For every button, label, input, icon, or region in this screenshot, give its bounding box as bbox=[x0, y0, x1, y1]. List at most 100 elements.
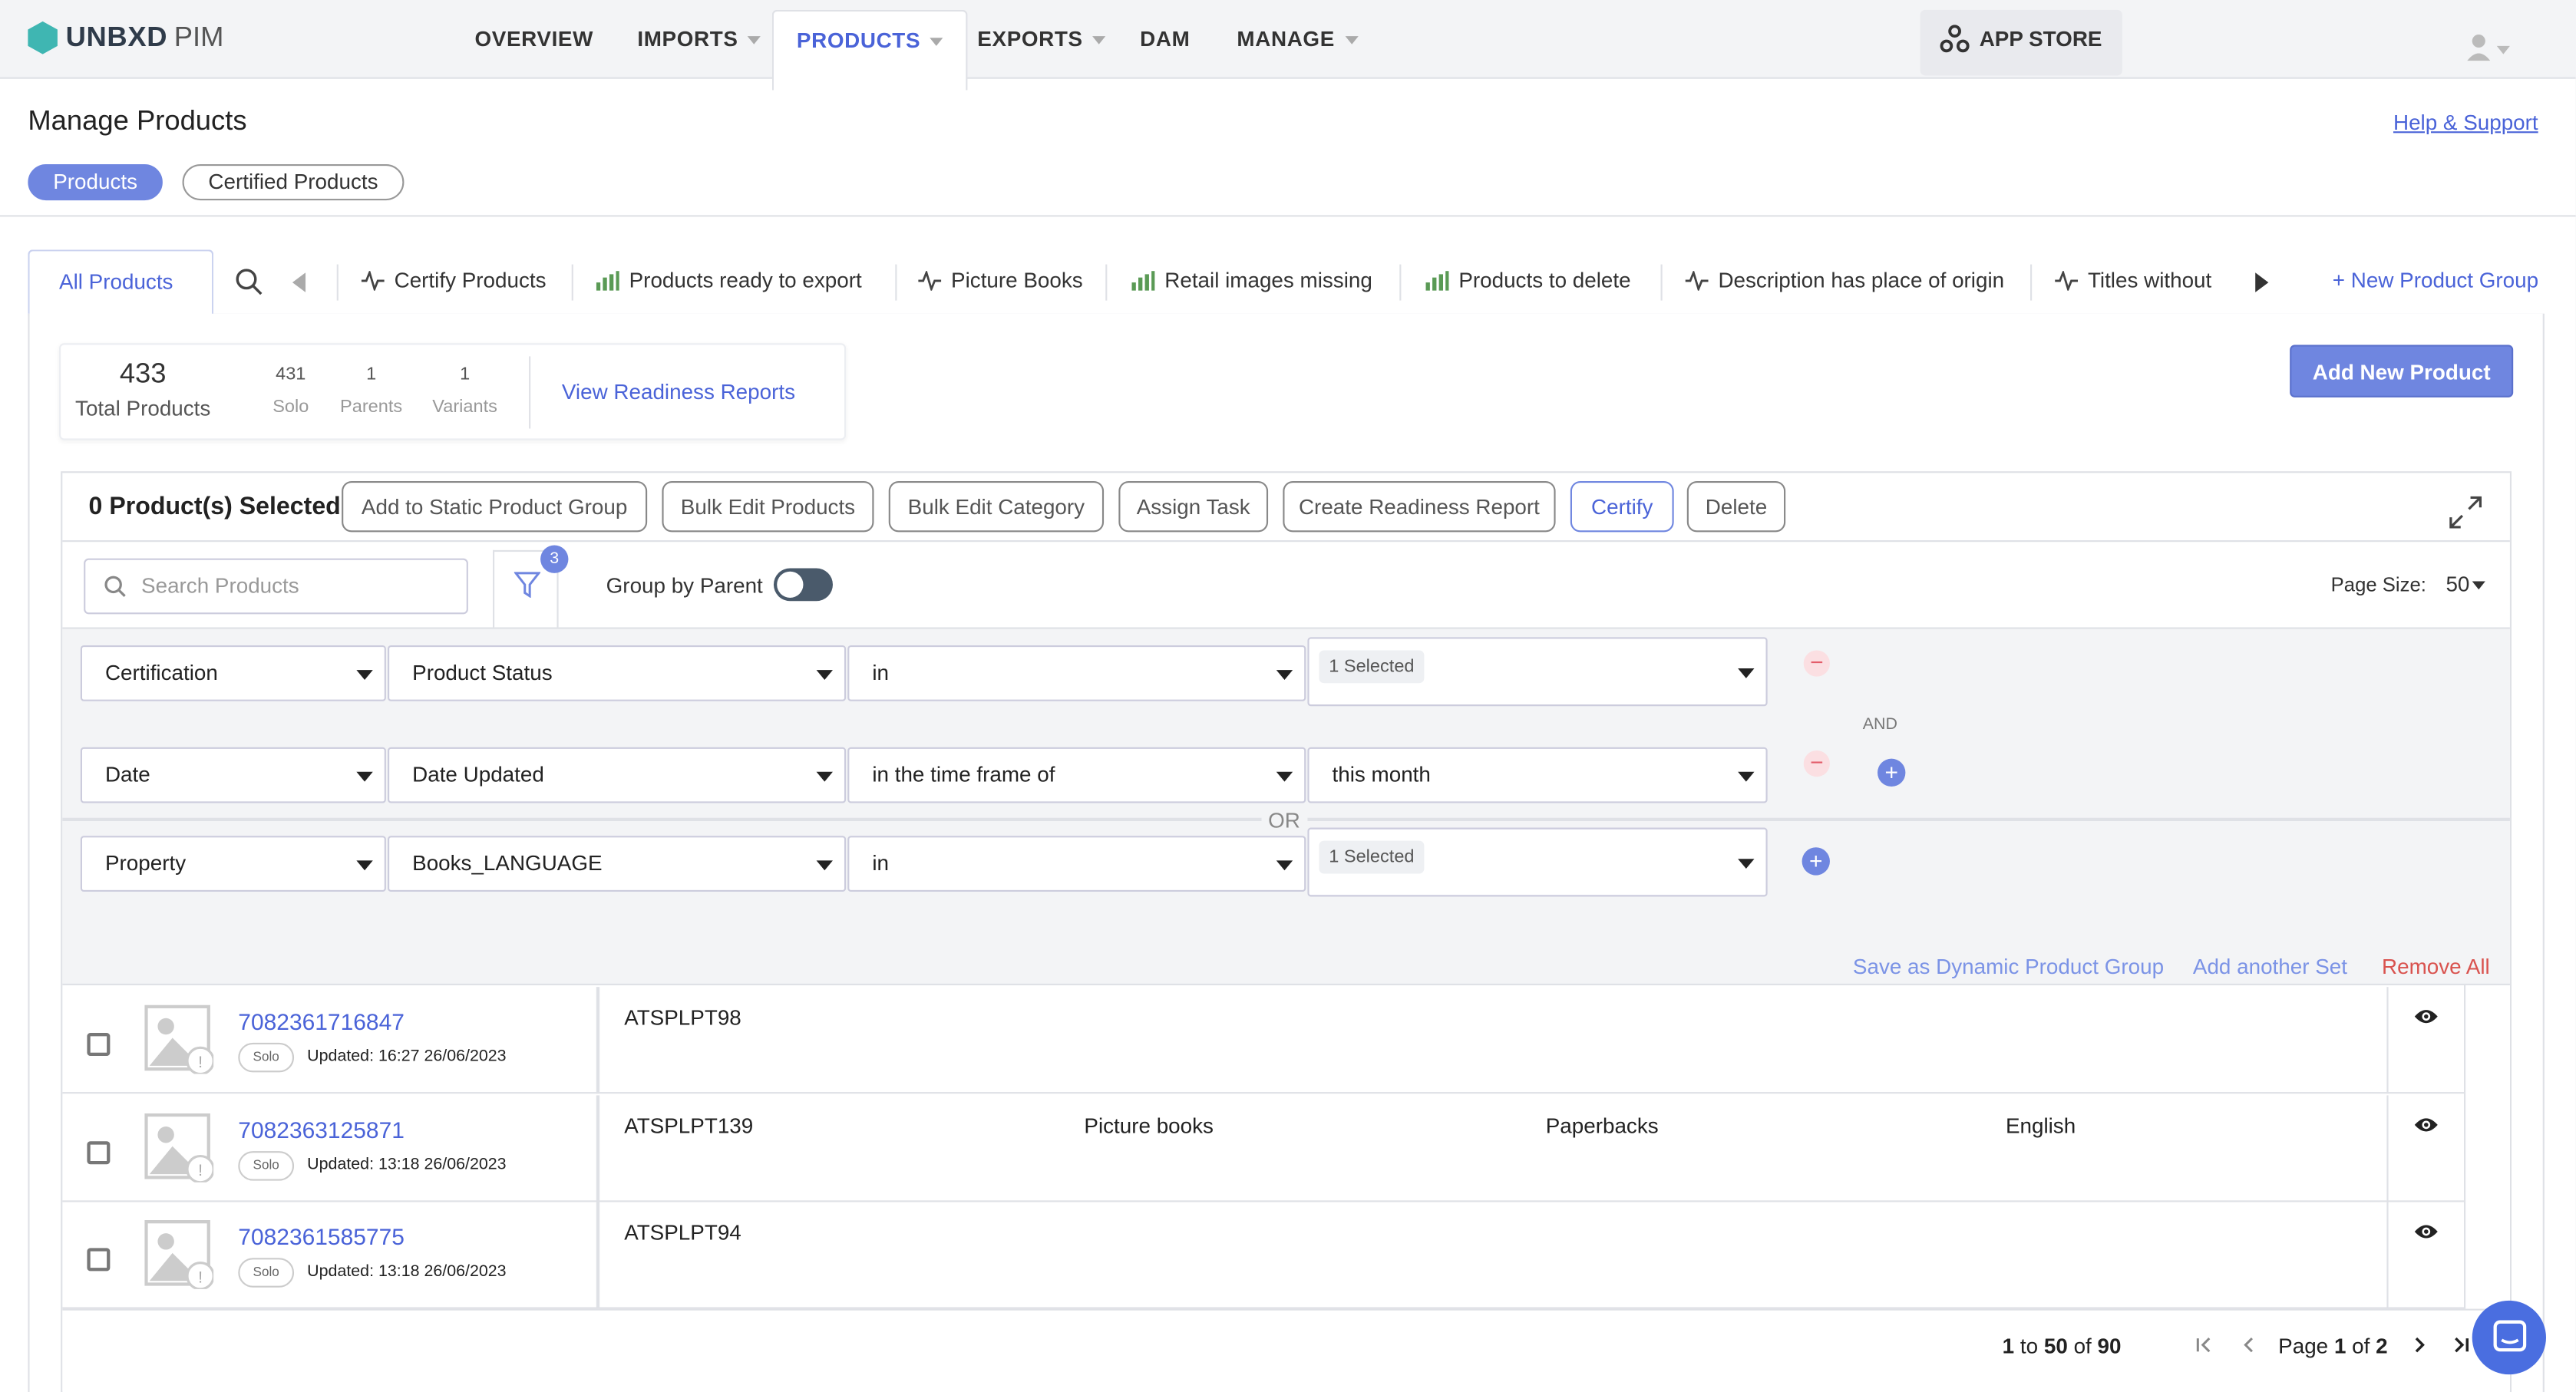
current-page: 1 bbox=[2333, 1333, 2346, 1358]
nav-manage[interactable]: MANAGE bbox=[1237, 0, 1358, 79]
group-by-parent-toggle[interactable] bbox=[773, 568, 833, 602]
certify-button[interactable]: Certify bbox=[1570, 481, 1674, 533]
eye-icon[interactable] bbox=[2413, 1222, 2439, 1242]
tab-group-description-has-place-of-origin[interactable]: Description has place of origin bbox=[1685, 267, 2005, 292]
add-condition-button[interactable]: + bbox=[1878, 758, 1906, 787]
tab-group-products-ready-to-export[interactable]: Products ready to export bbox=[596, 268, 862, 292]
remove-condition-button[interactable]: − bbox=[1803, 650, 1830, 677]
nav-exports-label: EXPORTS bbox=[977, 26, 1083, 51]
save-dynamic-group-link[interactable]: Save as Dynamic Product Group bbox=[1853, 954, 2164, 978]
filter-operator-value: in the time frame of bbox=[872, 761, 1055, 787]
svg-text:!: ! bbox=[198, 1053, 203, 1071]
product-id-link[interactable]: 7082361585775 bbox=[238, 1223, 405, 1249]
divider bbox=[2386, 1202, 2389, 1309]
range-total: 90 bbox=[2097, 1333, 2122, 1358]
view-readiness-reports-link[interactable]: View Readiness Reports bbox=[562, 379, 795, 404]
row-checkbox[interactable] bbox=[87, 1141, 111, 1165]
add-new-product-button[interactable]: Add New Product bbox=[2290, 345, 2514, 397]
search-icon bbox=[104, 576, 126, 597]
tab-group-products-to-delete[interactable]: Products to delete bbox=[1425, 268, 1631, 292]
user-menu[interactable] bbox=[2464, 23, 2513, 75]
product-id-link[interactable]: 7082363125871 bbox=[238, 1117, 405, 1143]
last-page-icon[interactable] bbox=[2451, 1335, 2471, 1355]
first-page-icon[interactable] bbox=[2195, 1335, 2214, 1355]
tab-group-label: Certify Products bbox=[394, 267, 547, 292]
filter-operator-select[interactable]: in bbox=[847, 836, 1306, 892]
remove-condition-button[interactable]: − bbox=[1803, 750, 1830, 777]
certified-products-pill[interactable]: Certified Products bbox=[182, 164, 405, 201]
nav-imports[interactable]: IMPORTS bbox=[637, 0, 761, 79]
row-checkbox[interactable] bbox=[87, 1033, 111, 1057]
nav-overview[interactable]: OVERVIEW bbox=[474, 0, 593, 79]
total-pages: 2 bbox=[2376, 1333, 2388, 1358]
image-placeholder-icon: ! bbox=[144, 1220, 214, 1289]
delete-button[interactable]: Delete bbox=[1686, 481, 1786, 533]
chevron-down-icon bbox=[1276, 771, 1293, 782]
search-products-input[interactable]: Search Products bbox=[84, 558, 468, 615]
filter-value-select[interactable]: 1 Selected bbox=[1307, 637, 1768, 707]
add-condition-button[interactable]: + bbox=[1802, 847, 1830, 876]
nav-exports[interactable]: EXPORTS bbox=[977, 0, 1106, 79]
svg-text:!: ! bbox=[198, 1268, 203, 1286]
nav-dam[interactable]: DAM bbox=[1140, 0, 1190, 79]
filter-field-value: Date bbox=[104, 761, 150, 787]
table-row[interactable]: ! 7082361716847 Solo Updated: 16:27 26/0… bbox=[62, 987, 2465, 1094]
filter-value-select[interactable]: this month bbox=[1307, 747, 1768, 803]
chevron-down-icon bbox=[1738, 859, 1755, 869]
status-badge: Solo bbox=[238, 1042, 295, 1073]
tab-group-label: Description has place of origin bbox=[1718, 267, 2005, 292]
add-another-set-link[interactable]: Add another Set bbox=[2193, 954, 2347, 978]
expand-icon[interactable] bbox=[2448, 494, 2484, 530]
filter-attribute-select[interactable]: Product Status bbox=[388, 645, 847, 701]
app-store-button[interactable]: APP STORE bbox=[1920, 9, 2122, 76]
tab-group-label: Picture Books bbox=[951, 267, 1083, 292]
product-id-link[interactable]: 7082361716847 bbox=[238, 1008, 405, 1034]
horizontal-scroll-area[interactable] bbox=[2464, 985, 2510, 1309]
filter-field-value: Certification bbox=[104, 660, 218, 685]
tab-group-certify-products[interactable]: Certify Products bbox=[361, 267, 547, 292]
next-page-icon[interactable] bbox=[2409, 1335, 2429, 1355]
filter-operator-select[interactable]: in the time frame of bbox=[847, 747, 1306, 803]
bar-chart-icon bbox=[1131, 270, 1155, 290]
brand-logo[interactable]: UNBXD PIM bbox=[26, 20, 223, 56]
previous-page-icon[interactable] bbox=[2239, 1335, 2259, 1355]
search-icon[interactable] bbox=[235, 268, 263, 295]
table-row[interactable]: ! 7082363125871 Solo Updated: 13:18 26/0… bbox=[62, 1095, 2465, 1202]
assign-task-button[interactable]: Assign Task bbox=[1118, 481, 1269, 533]
scroll-left-icon[interactable] bbox=[291, 272, 307, 292]
nav-imports-label: IMPORTS bbox=[637, 26, 738, 51]
row-checkbox[interactable] bbox=[87, 1248, 111, 1272]
help-support-link[interactable]: Help & Support bbox=[2393, 110, 2538, 134]
tab-all-products[interactable]: All Products bbox=[28, 249, 214, 315]
filter-field-select[interactable]: Date bbox=[80, 747, 386, 803]
filter-field-select[interactable]: Property bbox=[80, 836, 386, 892]
range-to: to bbox=[2020, 1333, 2039, 1358]
remove-all-link[interactable]: Remove All bbox=[2382, 954, 2490, 978]
bulk-edit-category-button[interactable]: Bulk Edit Category bbox=[888, 481, 1105, 533]
filter-value-select[interactable]: 1 Selected bbox=[1307, 827, 1768, 897]
brand-suffix: PIM bbox=[173, 21, 224, 53]
tab-group-picture-books[interactable]: Picture Books bbox=[918, 267, 1083, 292]
scroll-right-icon[interactable] bbox=[2254, 272, 2270, 292]
nav-products[interactable]: PRODUCTS bbox=[771, 9, 969, 91]
create-readiness-report-button[interactable]: Create Readiness Report bbox=[1283, 481, 1556, 533]
filter-attribute-select[interactable]: Books_LANGUAGE bbox=[388, 836, 847, 892]
chat-launcher-button[interactable] bbox=[2472, 1300, 2547, 1375]
tab-group-retail-images-missing[interactable]: Retail images missing bbox=[1131, 268, 1372, 292]
chevron-down-icon bbox=[816, 670, 833, 680]
page-size-select[interactable]: 50 bbox=[2446, 572, 2486, 596]
filter-attribute-select[interactable]: Date Updated bbox=[388, 747, 847, 803]
filter-field-select[interactable]: Certification bbox=[80, 645, 386, 701]
filter-attribute-value: Date Updated bbox=[412, 761, 544, 787]
table-row[interactable]: ! 7082361585775 Solo Updated: 13:18 26/0… bbox=[62, 1202, 2465, 1309]
tab-group-titles-without[interactable]: Titles without bbox=[2055, 268, 2211, 292]
new-product-group-link[interactable]: + New Product Group bbox=[2333, 268, 2538, 292]
filter-operator-select[interactable]: in bbox=[847, 645, 1306, 701]
filter-field-value: Property bbox=[104, 850, 187, 876]
chevron-down-icon bbox=[816, 860, 833, 871]
add-to-static-group-button[interactable]: Add to Static Product Group bbox=[342, 481, 648, 533]
eye-icon[interactable] bbox=[2413, 1115, 2439, 1135]
products-pill[interactable]: Products bbox=[28, 164, 163, 201]
eye-icon[interactable] bbox=[2413, 1007, 2439, 1027]
bulk-edit-products-button[interactable]: Bulk Edit Products bbox=[662, 481, 874, 533]
